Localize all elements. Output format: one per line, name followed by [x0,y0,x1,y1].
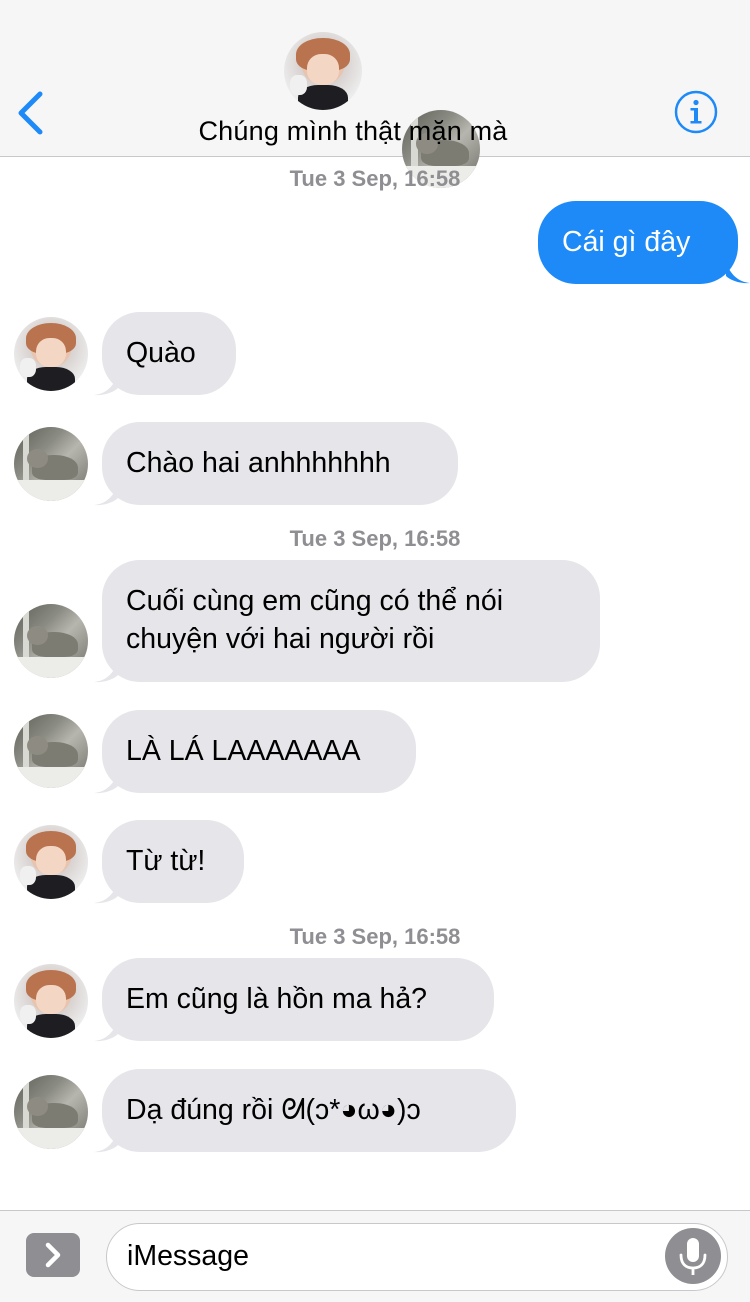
incoming-message-bubble[interactable]: Em cũng là hồn ma hả? [102,958,494,1041]
conversation-header: Chúng mình thật mặn mà [0,0,750,188]
message-input[interactable] [127,1224,657,1288]
incoming-message-bubble[interactable]: LÀ LÁ LAAAAAAA [102,710,416,793]
timestamp: Tue 3 Sep, 16:58 [289,526,461,551]
bubble-tail [726,262,750,284]
sender-avatar-cat[interactable] [14,1075,88,1149]
message-field[interactable] [106,1223,728,1291]
info-button[interactable] [674,90,718,134]
message-text-line: Cuối cùng em cũng có thể nói [126,585,504,617]
microphone-button[interactable] [665,1228,721,1284]
message-text: LÀ LÁ LAAAAAAA [126,735,361,767]
microphone-icon [679,1238,707,1275]
bubble-tail [94,882,118,904]
sender-avatar-cat[interactable] [14,714,88,788]
bubble-tail [94,484,118,506]
apps-button[interactable] [26,1233,80,1277]
message-text-line: chuyện với hai người rồi [126,623,435,655]
message-text: Quào [126,337,196,369]
info-circle-icon [674,90,718,134]
bubble-tail [94,374,118,396]
outgoing-message-bubble[interactable]: Cái gì đây [538,201,738,284]
timestamp: Tue 3 Sep, 16:58 [289,924,461,949]
incoming-message-bubble[interactable]: Dạ đúng rồi ᘛ(ↄ*◕ω◕)ↄ [102,1069,516,1152]
incoming-message-bubble[interactable]: Chào hai anhhhhhhh [102,422,458,505]
message-text: Em cũng là hồn ma hả? [126,983,428,1015]
incoming-message-bubble[interactable]: Cuối cùng em cũng có thể nói chuyện với … [102,560,600,682]
incoming-message-bubble[interactable]: Từ từ! [102,820,244,903]
timestamp: Tue 3 Sep, 16:58 [289,166,461,191]
bubble-tail [94,772,118,794]
chevron-right-icon [45,1242,61,1268]
message-text: Dạ đúng rồi ᘛ(ↄ*◕ω◕)ↄ [126,1094,421,1126]
message-text: Cái gì đây [562,226,691,258]
compose-bar [0,1210,750,1302]
message-text: Chào hai anhhhhhhh [126,447,391,479]
conversation-title[interactable]: Chúng mình thật mặn mà [0,116,706,147]
message-text: Từ từ! [126,845,206,877]
sender-avatar-cat[interactable] [14,604,88,678]
bubble-tail [94,1131,118,1153]
sender-avatar-person[interactable] [14,317,88,391]
incoming-message-bubble[interactable]: Quào [102,312,236,395]
bubble-tail [94,661,118,683]
bubble-tail [94,1020,118,1042]
group-avatar-person[interactable] [284,32,362,110]
sender-avatar-person[interactable] [14,964,88,1038]
sender-avatar-cat[interactable] [14,427,88,501]
sender-avatar-person[interactable] [14,825,88,899]
